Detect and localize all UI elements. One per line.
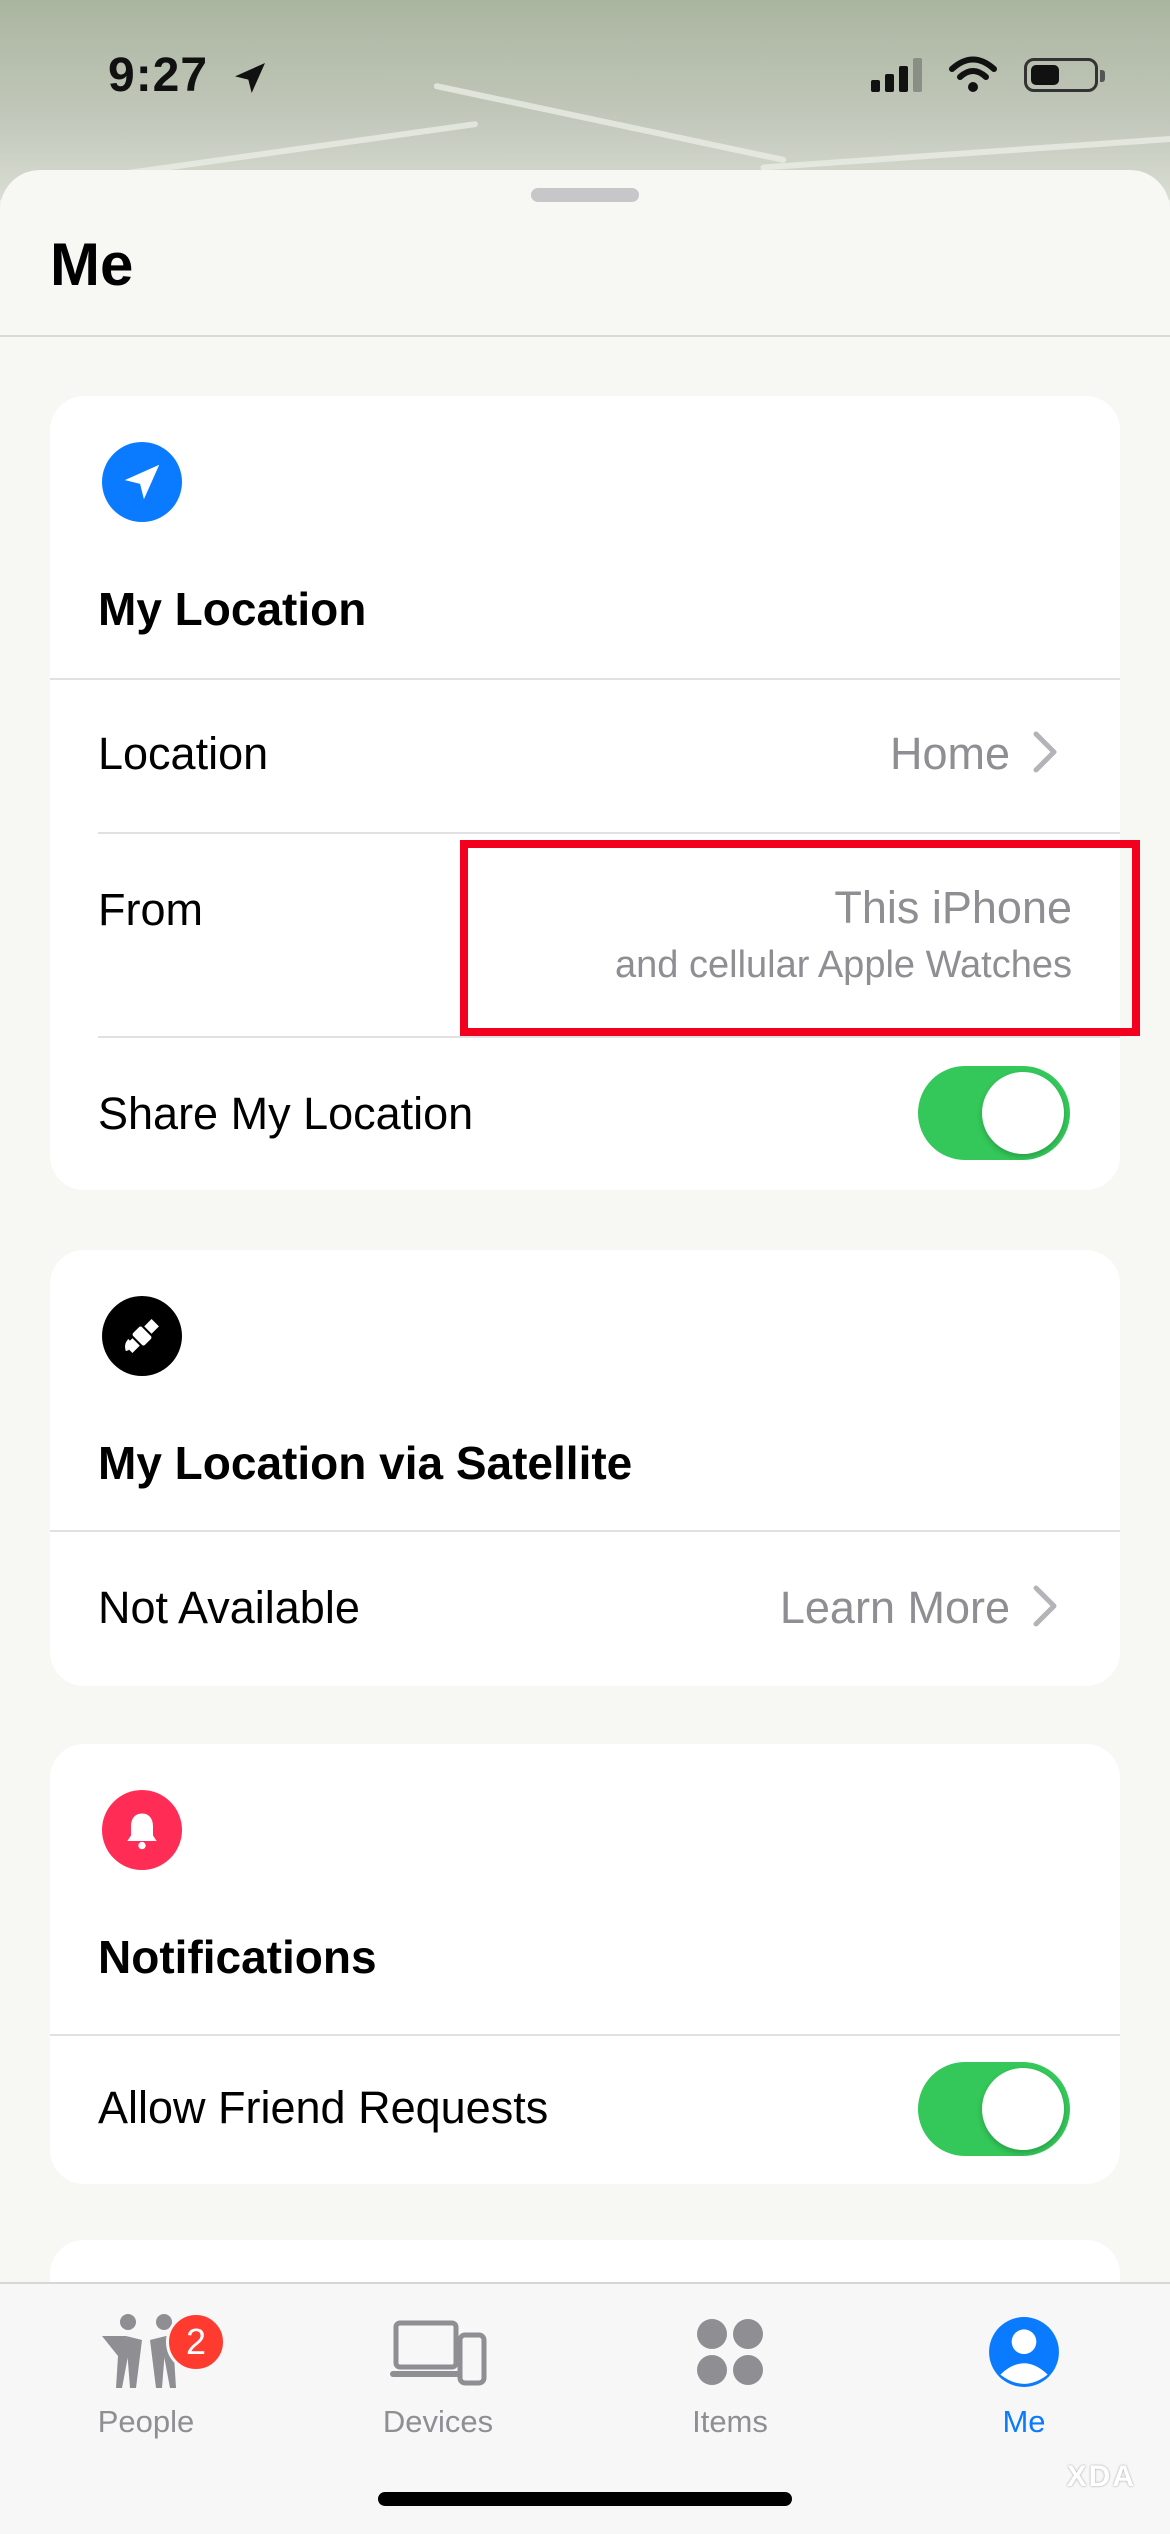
- notifications-card: Notifications Allow Friend Requests: [50, 1744, 1120, 2184]
- people-badge: 2: [166, 2312, 226, 2372]
- location-value: Home: [889, 728, 1010, 779]
- items-icon: [697, 2319, 763, 2385]
- notifications-heading: Notifications: [98, 1931, 377, 1983]
- satellite-card: My Location via Satellite Not Available …: [50, 1250, 1120, 1686]
- highlight-box: [460, 840, 1140, 1036]
- chevron-right-icon: [1033, 731, 1057, 773]
- friend-requests-row: Allow Friend Requests: [50, 2036, 1120, 2184]
- share-location-row: Share My Location: [50, 1038, 1120, 1190]
- friend-requests-label: Allow Friend Requests: [98, 2082, 549, 2133]
- share-location-label: Share My Location: [98, 1088, 474, 1139]
- tab-items[interactable]: Items: [630, 2308, 830, 2440]
- tab-me[interactable]: Me: [924, 2308, 1124, 2440]
- title-divider: [0, 335, 1170, 337]
- tab-label: People: [97, 2404, 195, 2439]
- devices-icon: [390, 2320, 487, 2386]
- location-arrow-icon: [102, 442, 182, 522]
- tab-label: Items: [692, 2404, 768, 2439]
- learn-more-link[interactable]: Learn More: [780, 1582, 1010, 1634]
- chevron-right-icon: [1033, 1585, 1057, 1627]
- share-location-toggle[interactable]: [918, 1066, 1070, 1160]
- status-time: 9:27: [108, 49, 209, 102]
- location-row[interactable]: Location Home: [50, 680, 1120, 832]
- tab-devices[interactable]: Devices: [338, 2308, 538, 2440]
- watermark: XDA: [1066, 2460, 1136, 2493]
- satellite-icon: [102, 1296, 182, 1376]
- status-indicators: [871, 56, 1105, 94]
- cellular-signal-icon: [871, 58, 922, 92]
- tab-people[interactable]: 2 People: [46, 2308, 246, 2440]
- page-title: Me: [50, 231, 134, 298]
- bell-icon: [102, 1790, 182, 1870]
- friend-requests-toggle[interactable]: [918, 2062, 1070, 2156]
- location-arrow-icon: [235, 63, 265, 93]
- satellite-status-label: Not Available: [98, 1582, 360, 1633]
- sheet-grabber[interactable]: [531, 188, 639, 202]
- satellite-status-row[interactable]: Not Available Learn More: [50, 1532, 1120, 1686]
- my-location-heading: My Location: [98, 583, 367, 635]
- satellite-heading: My Location via Satellite: [98, 1437, 633, 1489]
- my-location-card: My Location Location Home From This iPho…: [50, 396, 1120, 1190]
- tab-label: Devices: [382, 2404, 494, 2439]
- from-label: From: [98, 884, 203, 935]
- battery-icon: [1024, 58, 1105, 92]
- home-indicator: [378, 2492, 792, 2506]
- me-icon: [989, 2317, 1059, 2387]
- wifi-icon: [949, 56, 997, 92]
- tab-label: Me: [1002, 2404, 1046, 2439]
- location-label: Location: [98, 728, 269, 779]
